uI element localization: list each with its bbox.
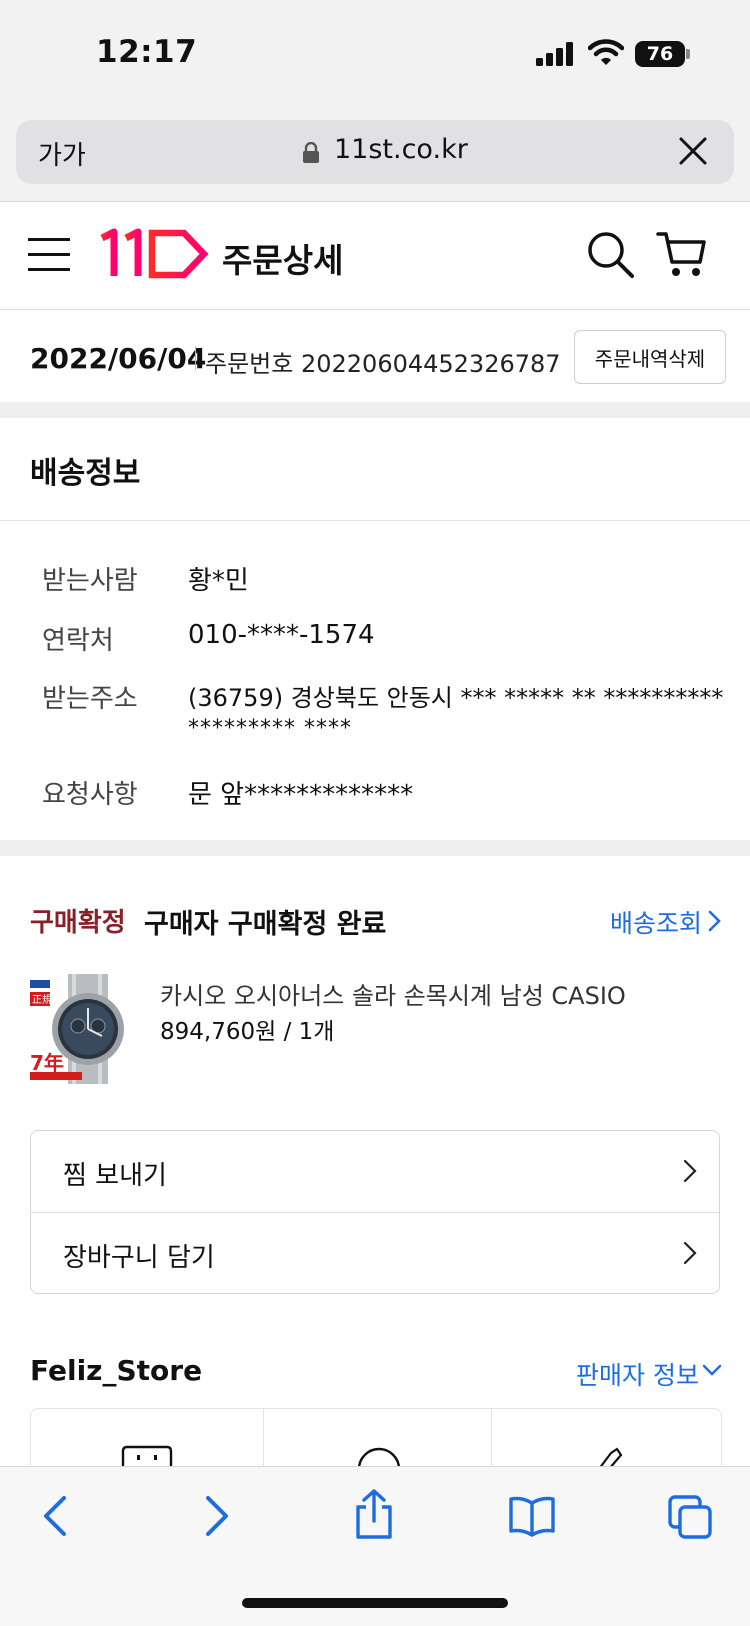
store-name[interactable]: Feliz_Store [30,1354,202,1387]
request-value: 문 앞************* [188,780,414,810]
order-number: 주문번호 20220604452326787 [205,344,561,379]
forward-icon[interactable] [202,1495,232,1537]
section-divider [0,402,750,418]
cellular-signal-icon [536,42,573,66]
11st-logo[interactable] [100,228,210,280]
product-actions: 찜 보내기 장바구니 담기 [30,1130,720,1294]
thumb-badge-top: 正規 [32,994,52,1006]
address-line1: (36759) 경상북도 안동시 *** ***** ** ********** [188,684,724,712]
chevron-down-icon[interactable] [702,1364,722,1376]
wifi-icon [588,39,624,65]
section-divider [0,840,750,856]
purchase-confirmed-tag: 구매확정 [30,908,126,938]
close-icon[interactable] [678,136,708,166]
text-size-button[interactable]: 가가 [38,135,86,172]
status-time: 12:17 [96,34,198,70]
divider [491,1409,492,1469]
send-wishlist-row[interactable]: 찜 보내기 [31,1131,719,1212]
browser-address-area: 가가 11st.co.kr [0,112,750,202]
track-delivery-link[interactable]: 배송조회 [610,904,702,940]
phone-value: 010-****-1574 [188,620,375,650]
seller-info-link[interactable]: 판매자 정보 [576,1356,699,1392]
chevron-right-icon [683,1241,697,1265]
divider [263,1409,264,1469]
request-label: 요청사항 [42,780,138,810]
chevron-right-icon [683,1159,697,1183]
product-price-qty: 894,760원 / 1개 [160,1019,335,1045]
product-thumbnail[interactable]: 正規 7年 [30,974,136,1084]
search-icon[interactable] [586,230,636,280]
recipient-label: 받는사람 [42,566,138,596]
order-separator [195,346,196,370]
menu-icon[interactable] [28,236,70,274]
delivery-heading: 배송정보 [30,456,141,491]
product-name[interactable]: 카시오 오시아너스 솔라 손목시계 남성 CASIO [160,976,626,1011]
lock-icon [303,142,319,163]
bookmarks-icon[interactable] [508,1495,556,1537]
add-to-cart-row[interactable]: 장바구니 담기 [31,1213,719,1294]
address-label: 받는주소 [42,684,138,714]
add-to-cart-label: 장바구니 담기 [63,1243,215,1273]
cart-icon[interactable] [656,230,708,280]
divider [0,520,750,521]
battery-tip [686,49,690,59]
phone-label: 연락처 [42,626,114,656]
delete-order-button[interactable]: 주문내역삭제 [574,330,726,384]
send-wishlist-label: 찜 보내기 [63,1161,167,1191]
page-title: 주문상세 [222,241,344,280]
seller-tiles [30,1408,722,1469]
app-header: 주문상세 [0,202,750,310]
order-summary-row: 2022/06/04 주문번호 20220604452326787 주문내역삭제 [0,310,750,402]
recipient-value: 황*민 [188,566,249,596]
watch-image: 正規 7年 [30,974,124,1084]
order-number-value: 20220604452326787 [300,350,561,378]
share-icon[interactable] [354,1489,394,1539]
chevron-right-icon[interactable] [708,910,722,932]
order-date: 2022/06/04 [30,342,207,375]
back-icon[interactable] [40,1495,70,1537]
status-bar: 12:17 76 [0,0,750,112]
home-indicator [242,1598,508,1608]
order-number-label: 주문번호 [205,350,294,378]
address-bar[interactable]: 가가 11st.co.kr [16,120,734,184]
tabs-icon[interactable] [668,1495,712,1539]
thumb-badge-bottom: 7年 [30,1051,64,1075]
purchase-status: 구매자 구매확정 완료 [144,909,387,940]
address-line2: ********* **** [188,716,352,741]
url-text[interactable]: 11st.co.kr [334,134,468,165]
battery-indicator: 76 [635,41,685,67]
